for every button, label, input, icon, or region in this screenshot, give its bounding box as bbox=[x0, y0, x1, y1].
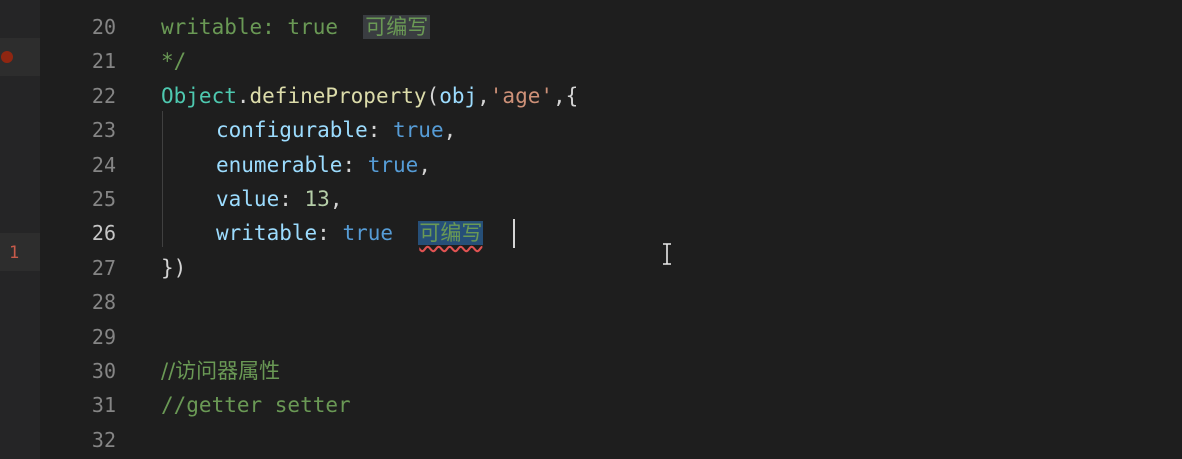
code-line[interactable]: 30 //访问器属性 bbox=[0, 354, 1182, 388]
code-token: //访问器属性 bbox=[161, 359, 281, 383]
code-token: ( bbox=[426, 83, 440, 108]
code-token: }) bbox=[161, 255, 187, 280]
line-number: 22 bbox=[91, 83, 116, 108]
code-editor[interactable]: 1 20 writable: true 可编写 21 */22 Object.defin… bbox=[0, 0, 1182, 459]
line-number: 23 bbox=[91, 118, 116, 143]
code-token: ,{ bbox=[553, 83, 579, 108]
code-token: true bbox=[367, 152, 419, 177]
line-number: 30 bbox=[91, 359, 116, 383]
code-token: , bbox=[477, 83, 490, 108]
code-line[interactable]: 24 enumerable: true, bbox=[0, 148, 1182, 182]
line-code[interactable]: //访问器属性 bbox=[161, 354, 280, 388]
code-line[interactable]: 22 Object.defineProperty(obj,'age',{ bbox=[0, 79, 1182, 113]
line-code[interactable]: writable: true 可编写 bbox=[161, 216, 484, 250]
line-number: 20 bbox=[91, 15, 116, 39]
code-token: writable bbox=[216, 221, 318, 246]
code-token: : bbox=[279, 187, 305, 211]
code-line[interactable]: 27}) bbox=[0, 251, 1182, 285]
code-token: obj bbox=[439, 83, 478, 108]
code-line[interactable]: 20 writable: true 可编写 bbox=[0, 10, 1182, 44]
code-token: Object bbox=[161, 83, 237, 108]
line-number: 32 bbox=[91, 427, 116, 452]
code-token: , bbox=[418, 152, 431, 177]
code-line[interactable]: 23 configurable: true, bbox=[0, 113, 1182, 147]
code-token: configurable bbox=[216, 118, 368, 143]
line-code[interactable]: value: 13, bbox=[161, 182, 342, 216]
code-token: */ bbox=[161, 49, 187, 74]
code-token: 13 bbox=[304, 187, 330, 211]
code-line[interactable]: 25 value: 13, bbox=[0, 182, 1182, 216]
line-number: 25 bbox=[91, 187, 116, 211]
code-token: writable: true bbox=[161, 15, 364, 39]
line-number: 29 bbox=[91, 324, 116, 349]
code-token: defineProperty bbox=[249, 83, 427, 108]
code-token: : bbox=[317, 221, 343, 246]
code-token: , bbox=[443, 118, 457, 143]
line-number: 31 bbox=[91, 393, 116, 418]
code-token: 'age' bbox=[489, 83, 553, 108]
selected-text: 可编写 bbox=[418, 221, 484, 246]
code-token: , bbox=[329, 187, 343, 211]
code-token: : bbox=[367, 118, 394, 143]
code-token: : bbox=[342, 152, 368, 177]
line-code[interactable]: configurable: true, bbox=[161, 113, 456, 147]
code-line[interactable]: 29 bbox=[0, 320, 1182, 354]
code-line[interactable]: 26 writable: true 可编写 bbox=[0, 216, 1182, 250]
highlighted-match: 可编写 bbox=[363, 15, 431, 39]
line-code[interactable]: Object.defineProperty(obj,'age',{ bbox=[161, 79, 578, 113]
code-token: enumerable bbox=[216, 152, 343, 177]
code-token: . bbox=[236, 83, 250, 108]
ibeam-cursor-icon bbox=[663, 243, 671, 265]
line-number: 24 bbox=[91, 152, 116, 177]
line-code[interactable]: enumerable: true, bbox=[161, 148, 431, 182]
code-token: value bbox=[216, 187, 280, 211]
code-token: //getter setter bbox=[161, 393, 351, 418]
line-number: 21 bbox=[91, 49, 116, 74]
line-code[interactable]: writable: true 可编写 bbox=[161, 10, 431, 44]
line-number: 28 bbox=[91, 290, 116, 315]
line-number: 26 bbox=[91, 221, 116, 246]
code-token: true bbox=[393, 118, 444, 143]
code-line[interactable]: 31 //getter setter bbox=[0, 388, 1182, 422]
line-code[interactable]: }) bbox=[161, 251, 186, 285]
text-cursor bbox=[513, 219, 515, 248]
line-code[interactable]: */ bbox=[161, 44, 186, 78]
line-number: 27 bbox=[91, 255, 116, 280]
code-line[interactable]: 32 bbox=[0, 423, 1182, 457]
line-code[interactable]: //getter setter bbox=[161, 388, 351, 422]
code-line[interactable]: 28 bbox=[0, 285, 1182, 319]
code-token: true bbox=[342, 221, 394, 246]
code-line[interactable]: 21 */ bbox=[0, 44, 1182, 78]
